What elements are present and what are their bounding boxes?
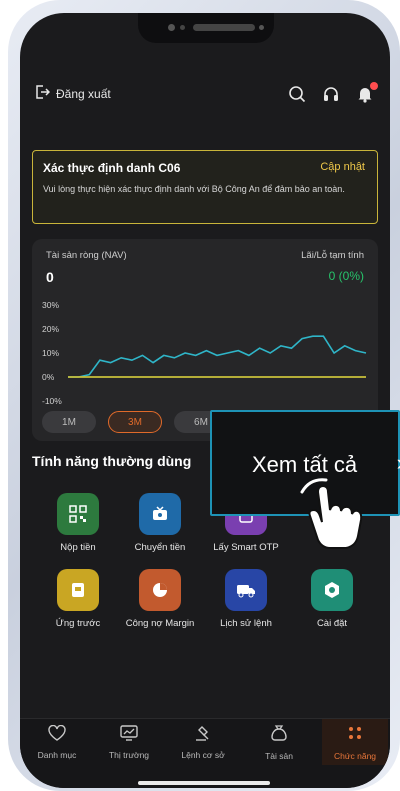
wallet-transfer-icon <box>139 493 181 535</box>
search-icon[interactable] <box>286 83 308 105</box>
headset-icon[interactable] <box>320 83 342 105</box>
pie-chart-icon <box>139 569 181 611</box>
logout-icon <box>34 84 51 103</box>
y-tick-label: 10% <box>42 348 59 358</box>
notification-badge <box>370 82 378 90</box>
bottom-navigation: Danh mục Thị trường Lệnh cơ sở Tài sản C… <box>20 718 390 788</box>
timeframe-1m[interactable]: 1M <box>42 411 96 433</box>
camera-notch <box>138 13 274 43</box>
bell-icon[interactable] <box>354 82 378 105</box>
tab-portfolio[interactable]: Danh mục <box>24 719 90 765</box>
feature-deposit[interactable]: Nộp tiền <box>36 493 120 553</box>
app-screen: Đăng xuất Xác thực định danh C06 Cập nhậ… <box>20 13 390 788</box>
nav-value: 0 <box>46 269 54 285</box>
logout-button[interactable]: Đăng xuất <box>34 84 111 103</box>
home-indicator <box>138 781 270 785</box>
pnl-label: Lãi/Lỗ tạm tính <box>301 250 364 261</box>
y-tick-label: 0% <box>42 372 55 382</box>
verify-description: Vui lòng thực hiện xác thực định danh vớ… <box>43 184 345 194</box>
tab-label: Chức năng <box>333 750 377 761</box>
nav-chart: 30% 20% 10% 0% -10% <box>42 300 367 406</box>
feature-margin-debt[interactable]: Công nợ Margin <box>118 569 202 629</box>
feature-label: Cài đặt <box>316 618 348 629</box>
nav-series-line <box>68 335 367 378</box>
tab-functions[interactable]: Chức năng <box>322 719 388 765</box>
feature-label: Lịch sử lệnh <box>220 618 272 629</box>
tab-label: Thị trường <box>108 749 150 760</box>
tab-label: Danh mục <box>37 749 77 760</box>
y-tick-label: 30% <box>42 300 59 310</box>
feature-advance[interactable]: Ứng trước <box>36 569 120 629</box>
heart-icon <box>48 724 66 746</box>
feature-settings[interactable]: Cài đặt <box>290 569 374 629</box>
logout-label: Đăng xuất <box>56 86 111 101</box>
phone-cash-icon <box>57 569 99 611</box>
qr-code-icon <box>57 493 99 535</box>
features-title: Tính năng thường dùng <box>32 453 192 469</box>
y-tick-label: -10% <box>42 396 62 406</box>
verify-title: Xác thực định danh C06 <box>43 161 181 175</box>
tab-assets[interactable]: Tài sản <box>246 719 312 765</box>
identity-verification-card: Xác thực định danh C06 Cập nhật Vui lòng… <box>32 150 378 224</box>
tab-label: Lệnh cơ sở <box>181 749 225 760</box>
tab-base-order[interactable]: Lệnh cơ sở <box>170 719 236 765</box>
feature-label: Công nợ Margin <box>125 618 195 629</box>
money-bag-icon <box>270 724 288 747</box>
grid-dots-icon <box>346 724 364 747</box>
chart-monitor-icon <box>120 724 138 746</box>
nav-label: Tài sản ròng (NAV) <box>46 250 127 261</box>
gavel-icon <box>194 725 212 746</box>
pnl-value: 0 (0%) <box>328 269 364 283</box>
timeframe-3m[interactable]: 3M <box>108 411 162 433</box>
feature-label: Ứng trước <box>55 618 101 629</box>
feature-label: Nộp tiền <box>60 542 96 553</box>
verify-update-link[interactable]: Cập nhật <box>320 161 365 173</box>
feature-label: Lấy Smart OTP <box>213 542 279 553</box>
feature-transfer[interactable]: Chuyển tiền <box>118 493 202 553</box>
tab-label: Tài sản <box>265 750 293 761</box>
top-bar: Đăng xuất <box>20 77 390 111</box>
feature-order-history[interactable]: Lịch sử lệnh <box>204 569 288 629</box>
y-tick-label: 20% <box>42 324 59 334</box>
feature-label: Chuyển tiền <box>134 542 186 553</box>
truck-history-icon <box>225 569 267 611</box>
tab-market[interactable]: Thị trường <box>96 719 162 765</box>
tap-hand-icon <box>296 470 366 555</box>
settings-hex-icon <box>311 569 353 611</box>
